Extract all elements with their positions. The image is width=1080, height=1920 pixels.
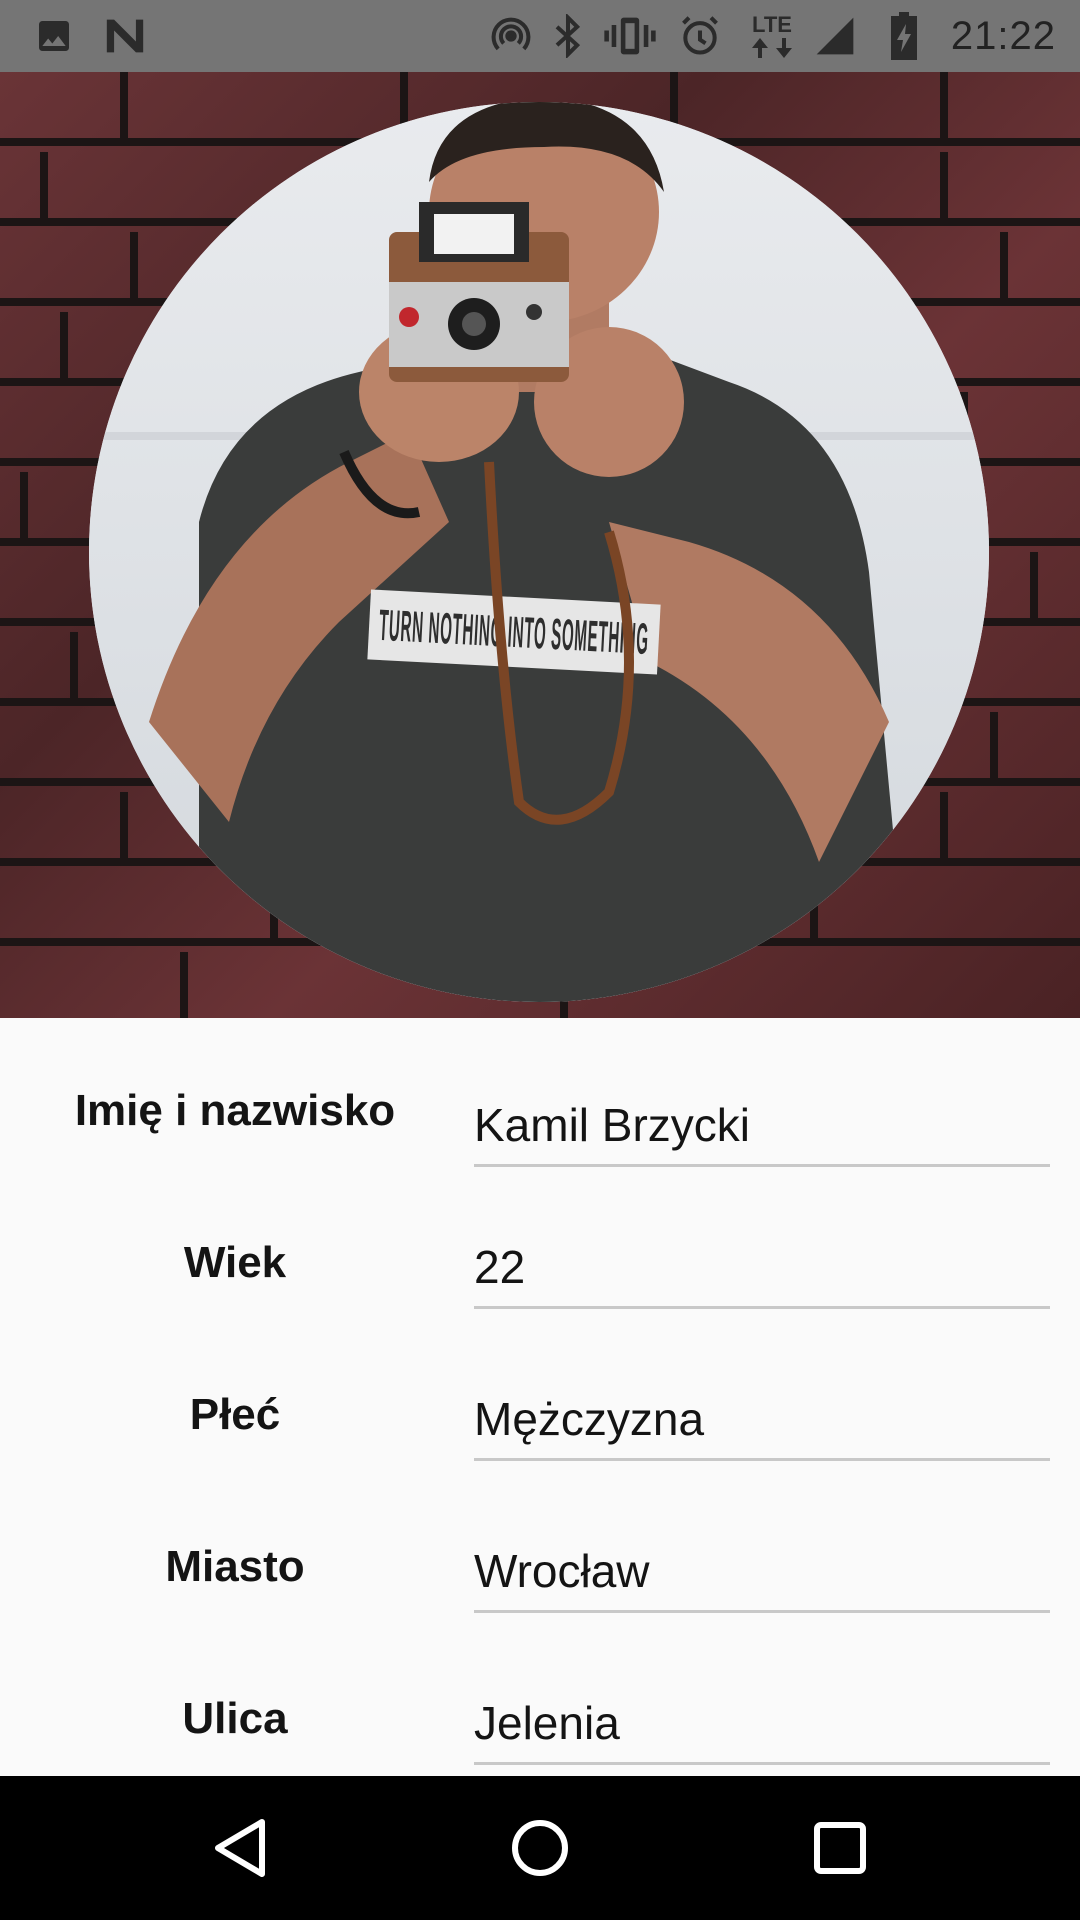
field-row-age: Wiek 22 bbox=[0, 1210, 1080, 1340]
field-label-street: Ulica bbox=[182, 1694, 288, 1743]
gender-value: Mężczyzna bbox=[474, 1393, 705, 1445]
gender-input[interactable]: Mężczyzna bbox=[474, 1378, 1050, 1461]
alarm-icon bbox=[676, 10, 724, 62]
name-input[interactable]: Kamil Brzycki bbox=[474, 1084, 1050, 1167]
brick-joint bbox=[990, 712, 998, 784]
vibrate-icon bbox=[602, 10, 658, 62]
signal-icon bbox=[812, 10, 858, 62]
back-button[interactable] bbox=[190, 1798, 290, 1898]
city-value: Wrocław bbox=[474, 1545, 650, 1597]
brick-joint bbox=[40, 152, 48, 224]
recents-icon bbox=[814, 1822, 866, 1874]
battery-icon bbox=[884, 10, 924, 62]
profile-header: TURN NOTHING INTO SOMETHING bbox=[0, 72, 1080, 1018]
age-input[interactable]: 22 bbox=[474, 1226, 1050, 1309]
name-value: Kamil Brzycki bbox=[474, 1099, 751, 1151]
image-icon bbox=[32, 10, 76, 62]
brick-joint bbox=[120, 792, 128, 864]
field-row-name: Imię i nazwisko Kamil Brzycki bbox=[0, 1058, 1080, 1188]
city-input[interactable]: Wrocław bbox=[474, 1530, 1050, 1613]
field-row-gender: Płeć Mężczyzna bbox=[0, 1362, 1080, 1492]
brick-joint bbox=[1000, 232, 1008, 304]
recents-button[interactable] bbox=[790, 1798, 890, 1898]
field-label-gender: Płeć bbox=[189, 1390, 281, 1439]
profile-form: Imię i nazwisko Kamil Brzycki Wiek 22 Pł… bbox=[0, 1018, 1080, 1776]
field-label-name: Imię i nazwisko bbox=[74, 1086, 396, 1135]
brick-joint bbox=[20, 472, 28, 544]
field-label-age: Wiek bbox=[183, 1238, 287, 1287]
brick-joint bbox=[60, 312, 68, 384]
avatar-photo: TURN NOTHING INTO SOMETHING bbox=[89, 102, 989, 1002]
brick-joint bbox=[120, 72, 128, 144]
home-button[interactable] bbox=[490, 1798, 590, 1898]
age-value: 22 bbox=[474, 1241, 526, 1293]
back-icon bbox=[215, 1819, 265, 1877]
field-row-city: Miasto Wrocław bbox=[0, 1514, 1080, 1644]
profile-avatar[interactable]: TURN NOTHING INTO SOMETHING bbox=[89, 102, 989, 1002]
brick-joint bbox=[130, 232, 138, 304]
home-icon bbox=[512, 1820, 568, 1876]
brick-joint bbox=[940, 792, 948, 864]
brick-joint bbox=[180, 952, 188, 1018]
n-icon bbox=[100, 10, 150, 62]
lte-icon: LTE bbox=[740, 10, 804, 62]
street-input[interactable]: Jelenia bbox=[474, 1682, 1050, 1765]
navigation-bar bbox=[0, 1776, 1080, 1920]
lte-label: LTE bbox=[752, 12, 792, 37]
brick-joint bbox=[70, 632, 78, 704]
clock: 21:22 bbox=[950, 14, 1056, 58]
status-bar: LTE 21:22 bbox=[0, 0, 1080, 72]
hotspot-icon bbox=[486, 10, 536, 62]
brick-joint bbox=[1030, 552, 1038, 624]
brick-joint bbox=[940, 72, 948, 144]
field-label-city: Miasto bbox=[165, 1542, 305, 1591]
street-value: Jelenia bbox=[474, 1697, 620, 1749]
bluetooth-icon bbox=[548, 10, 588, 62]
brick-joint bbox=[940, 152, 948, 224]
